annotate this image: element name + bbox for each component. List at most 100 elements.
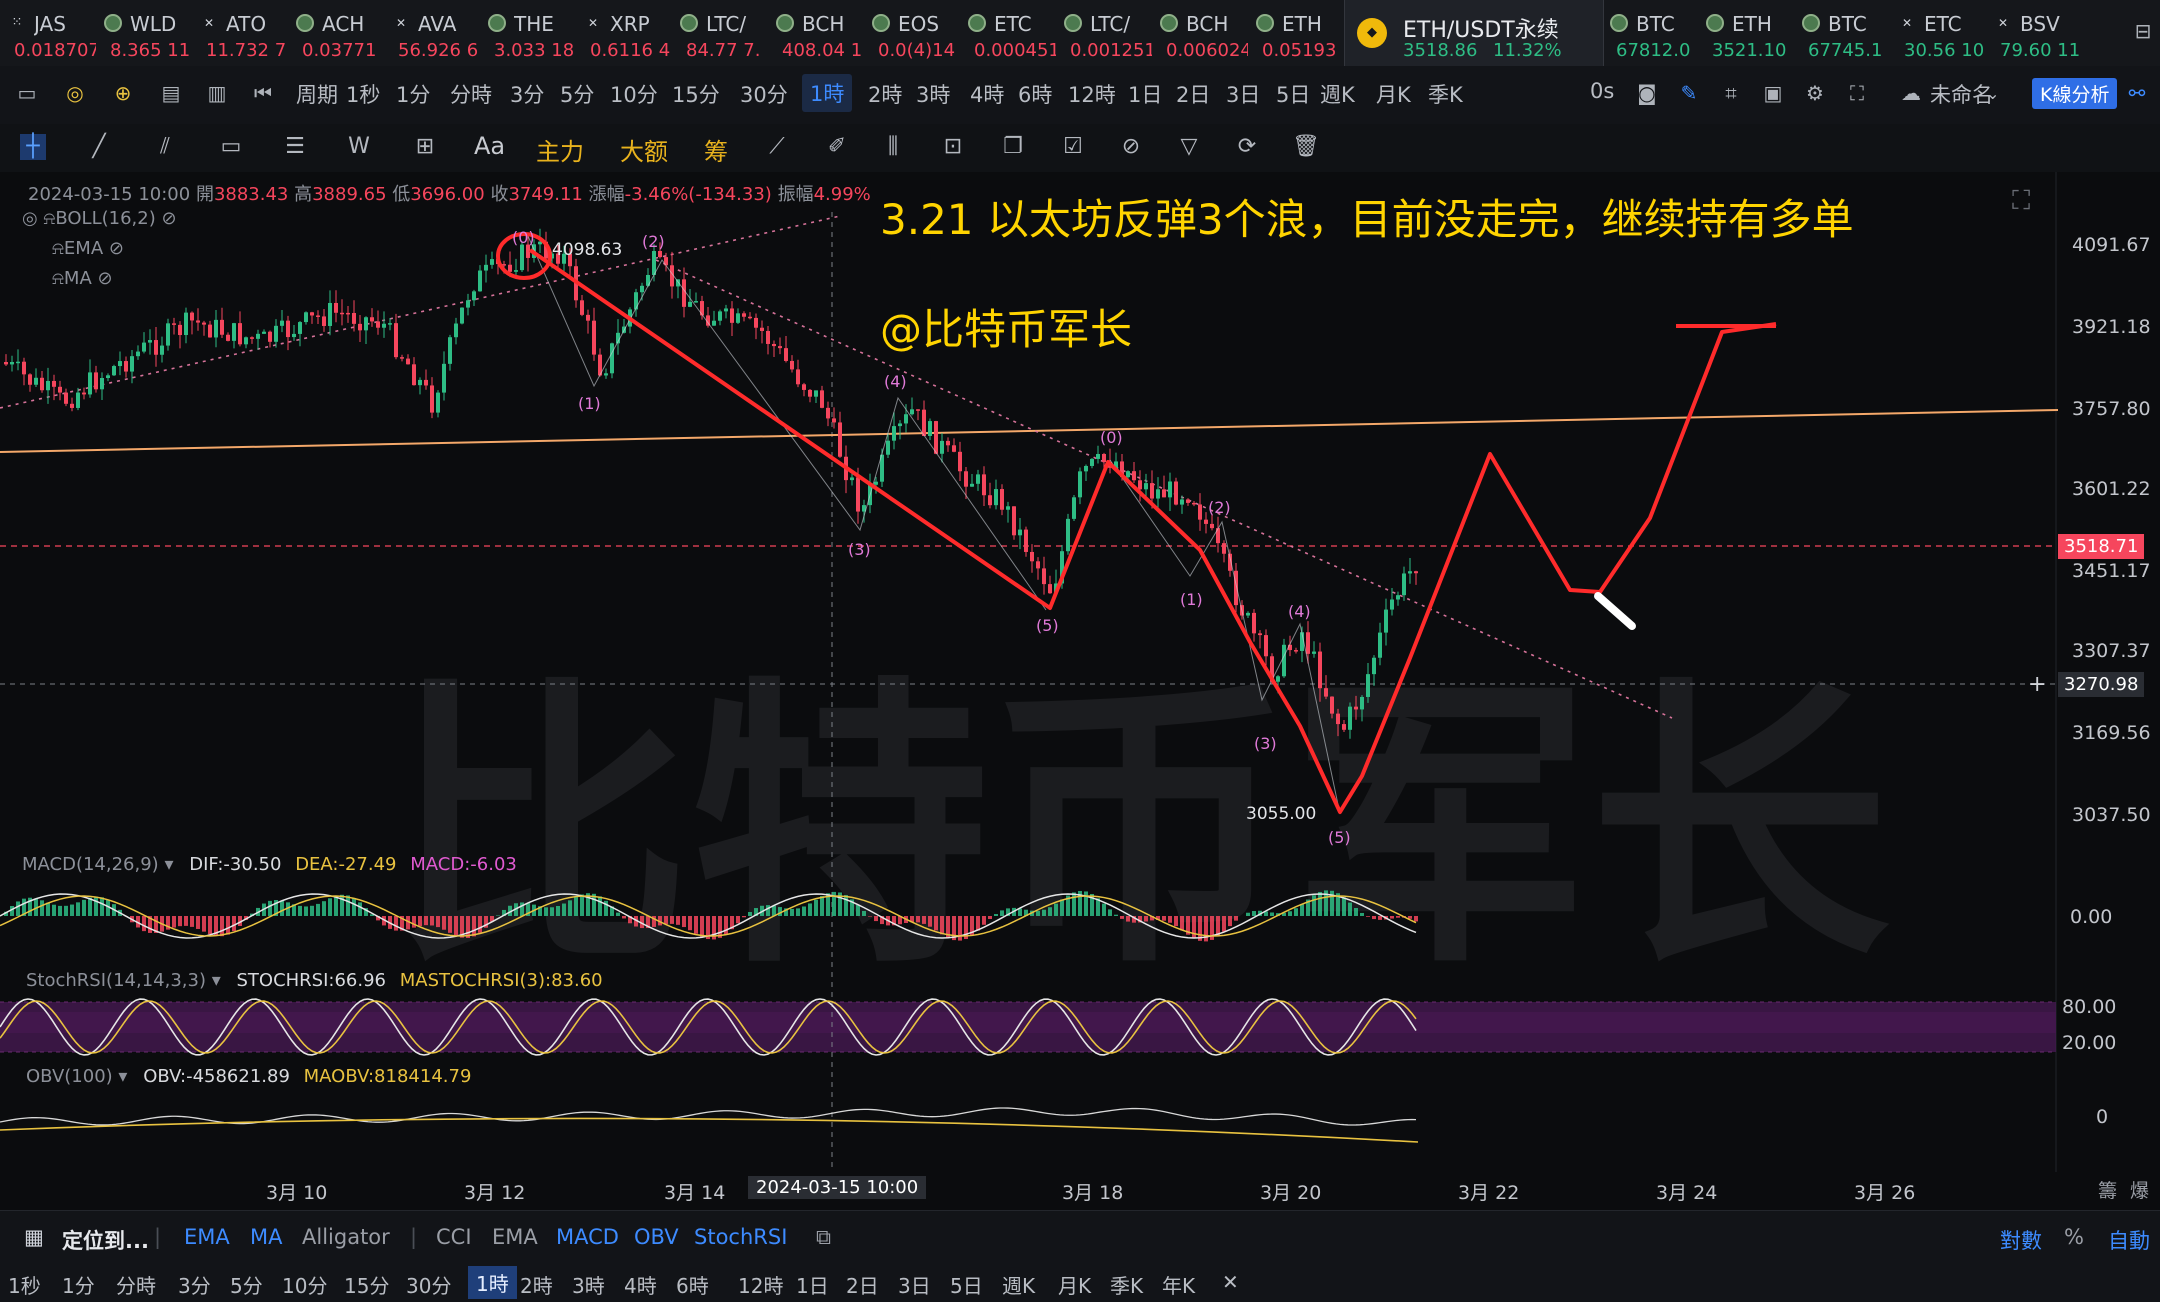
bottom-timeframe-4[interactable]: 5分 [230, 1270, 263, 1299]
bottom-timeframe-19[interactable]: 月K [1058, 1270, 1091, 1299]
bottom-timeframe-9[interactable]: 2時 [520, 1270, 553, 1299]
ticker-tab[interactable]: ◆ ETH/USDT永续 3518.86 11.32% [1344, 0, 1604, 66]
big-order-tool[interactable]: 大额 [620, 132, 668, 167]
timeframe-11[interactable]: 3時 [916, 79, 950, 109]
wave-tool-icon[interactable]: W [346, 134, 372, 160]
magnet-icon[interactable]: ⊘ [1118, 134, 1144, 160]
timeframe-0[interactable]: 周期 [296, 79, 338, 109]
layout-name-select[interactable]: 未命名 [1930, 79, 1993, 109]
copy-icon[interactable]: ❐ [1000, 134, 1026, 160]
bottom-timeframe-18[interactable]: 週K [1002, 1270, 1035, 1299]
chevron-down-icon[interactable]: ⌄ [1986, 84, 1999, 103]
bottom-timeframe-13[interactable]: 12時 [738, 1270, 783, 1299]
expand-icon[interactable]: ⛶ [2012, 186, 2030, 217]
locate-to-button[interactable]: 定位到... [62, 1225, 149, 1255]
bottom-timeframe-3[interactable]: 3分 [178, 1270, 211, 1299]
settings-icon[interactable]: ⚙ [1804, 82, 1826, 104]
filter-icon[interactable]: ▽ [1176, 134, 1202, 160]
bottom-timeframe-2[interactable]: 分時 [116, 1270, 156, 1299]
alert-icon[interactable]: ⊕ [112, 82, 134, 104]
kline-analysis-button[interactable]: K線分析 [2032, 78, 2118, 109]
chevron-down-icon[interactable]: ▾ [118, 1066, 127, 1087]
timeframe-18[interactable]: 5日 [1276, 79, 1310, 109]
sync-icon[interactable]: ⟳ [1234, 134, 1260, 160]
pin-icon[interactable]: ⊟ [2132, 20, 2154, 42]
log-scale-toggle[interactable]: 對數 [2000, 1225, 2042, 1255]
ticker-tab[interactable]: ✕ XRP 0.6116 4 [576, 0, 672, 66]
fib-tool-icon[interactable]: ☰ [282, 134, 308, 160]
crop-icon[interactable]: ⌗ [1720, 82, 1742, 104]
percent-scale-toggle[interactable]: % [2064, 1225, 2084, 1249]
timeframe-8[interactable]: 30分 [740, 79, 788, 109]
plus-icon[interactable]: + [2028, 672, 2046, 697]
edit-list-icon[interactable]: ☑ [1060, 134, 1086, 160]
ticker-tab[interactable]: ETH 0.05193 [1248, 0, 1344, 66]
timeframe-1[interactable]: 1秒 [346, 79, 380, 109]
lock-icon[interactable]: ⊡ [940, 134, 966, 160]
timeframe-9[interactable]: 1時 [802, 74, 853, 112]
chart-area[interactable]: 比特币军长 2024-03-15 10:00 開3883.43 高3889.65… [0, 172, 2160, 1210]
ticker-tab[interactable]: ✕ AVA 56.926 6 [384, 0, 480, 66]
indicator-macd[interactable]: MACD [556, 1225, 619, 1249]
timeframe-19[interactable]: 週K [1320, 79, 1355, 109]
bottom-timeframe-20[interactable]: 季K [1110, 1270, 1143, 1299]
chevron-down-icon[interactable]: ▾ [164, 854, 173, 875]
chevron-down-icon[interactable]: ▾ [212, 970, 221, 991]
share-icon[interactable]: ⚯ [2126, 82, 2148, 104]
timeframe-20[interactable]: 月K [1376, 79, 1411, 109]
camera-icon[interactable]: ◙ [1636, 82, 1658, 104]
obv-header[interactable]: OBV(100) ▾ OBV:-458621.89 MAOBV:818414.7… [26, 1066, 471, 1087]
rectangle-tool-icon[interactable]: ▭ [218, 134, 244, 160]
cloud-icon[interactable]: ☁ [1900, 82, 1922, 104]
ticker-tab[interactable]: BCH 0.006024 [1152, 0, 1248, 66]
ticker-tab[interactable]: THE 3.033 18 [480, 0, 576, 66]
bottom-timeframe-17[interactable]: 5日 [950, 1270, 983, 1299]
indicator-cci[interactable]: CCI [436, 1225, 472, 1249]
chips-toggle[interactable]: 籌 [2098, 1176, 2117, 1203]
ticker-tab[interactable]: ✕ ATO 11.732 7 [192, 0, 288, 66]
ticker-tab[interactable]: LTC/0.001251 [1056, 0, 1152, 66]
save-icon[interactable]: ▣ [1762, 82, 1784, 104]
text-tool[interactable]: Aa [474, 132, 505, 160]
crosshair-tool-icon[interactable]: ┼ [20, 134, 46, 160]
brush-icon[interactable]: ✐ [824, 134, 850, 160]
bottom-timeframe-21[interactable]: 年K [1162, 1270, 1195, 1299]
bottom-timeframe-5[interactable]: 10分 [282, 1270, 327, 1299]
timeframe-10[interactable]: 2時 [868, 79, 902, 109]
ruler-icon[interactable]: ⟋ [764, 134, 790, 160]
ticker-tab[interactable]: WLD 8.365 11 [96, 0, 192, 66]
bottom-timeframe-7[interactable]: 30分 [406, 1270, 451, 1299]
timeframe-13[interactable]: 6時 [1018, 79, 1052, 109]
timeframe-4[interactable]: 3分 [510, 79, 544, 109]
timeframe-2[interactable]: 1分 [396, 79, 430, 109]
bottom-timeframe-11[interactable]: 4時 [624, 1270, 657, 1299]
indicator-ma[interactable]: MA [250, 1225, 282, 1249]
parallel-channel-tool-icon[interactable]: ⫽ [152, 134, 178, 160]
indicator-obv[interactable]: OBV [634, 1225, 679, 1249]
timeframe-7[interactable]: 15分 [672, 79, 720, 109]
measure-tool-icon[interactable]: ⊞ [412, 134, 438, 160]
chip-tool[interactable]: 筹 [704, 132, 728, 167]
bottom-timeframe-10[interactable]: 3時 [572, 1270, 605, 1299]
ticker-tab[interactable]: BCH 408.04 1 [768, 0, 864, 66]
indicator-icon[interactable]: ◎ [64, 82, 86, 104]
stochrsi-header[interactable]: StochRSI(14,14,3,3) ▾ STOCHRSI:66.96 MAS… [26, 970, 603, 991]
indicator-ema[interactable]: EMA [184, 1225, 230, 1249]
timeframe-15[interactable]: 1日 [1128, 79, 1162, 109]
timeframe-12[interactable]: 4時 [970, 79, 1004, 109]
bottom-timeframe-6[interactable]: 15分 [344, 1270, 389, 1299]
timeframe-21[interactable]: 季K [1428, 79, 1463, 109]
trendline-tool-icon[interactable]: ╱ [86, 134, 112, 160]
bottom-timeframe-0[interactable]: 1秒 [8, 1270, 41, 1299]
ticker-tab[interactable]: ETH 3521.10 [1698, 0, 1794, 66]
bottom-timeframe-16[interactable]: 3日 [898, 1270, 931, 1299]
bottom-timeframe-8[interactable]: 1時 [468, 1266, 517, 1299]
ticker-tab[interactable]: BTC 67745.1 [1794, 0, 1890, 66]
auto-scale-toggle[interactable]: 自動 [2108, 1225, 2150, 1255]
bottom-timeframe-12[interactable]: 6時 [676, 1270, 709, 1299]
close-icon[interactable]: ✕ [1222, 1270, 1239, 1294]
ticker-tab[interactable]: EOS 0.0(4)14 [864, 0, 960, 66]
pencil-icon[interactable]: ✎ [1678, 82, 1700, 104]
overlay-ema[interactable]: ⍾EMA ⊘ [52, 238, 124, 259]
timeframe-5[interactable]: 5分 [560, 79, 594, 109]
